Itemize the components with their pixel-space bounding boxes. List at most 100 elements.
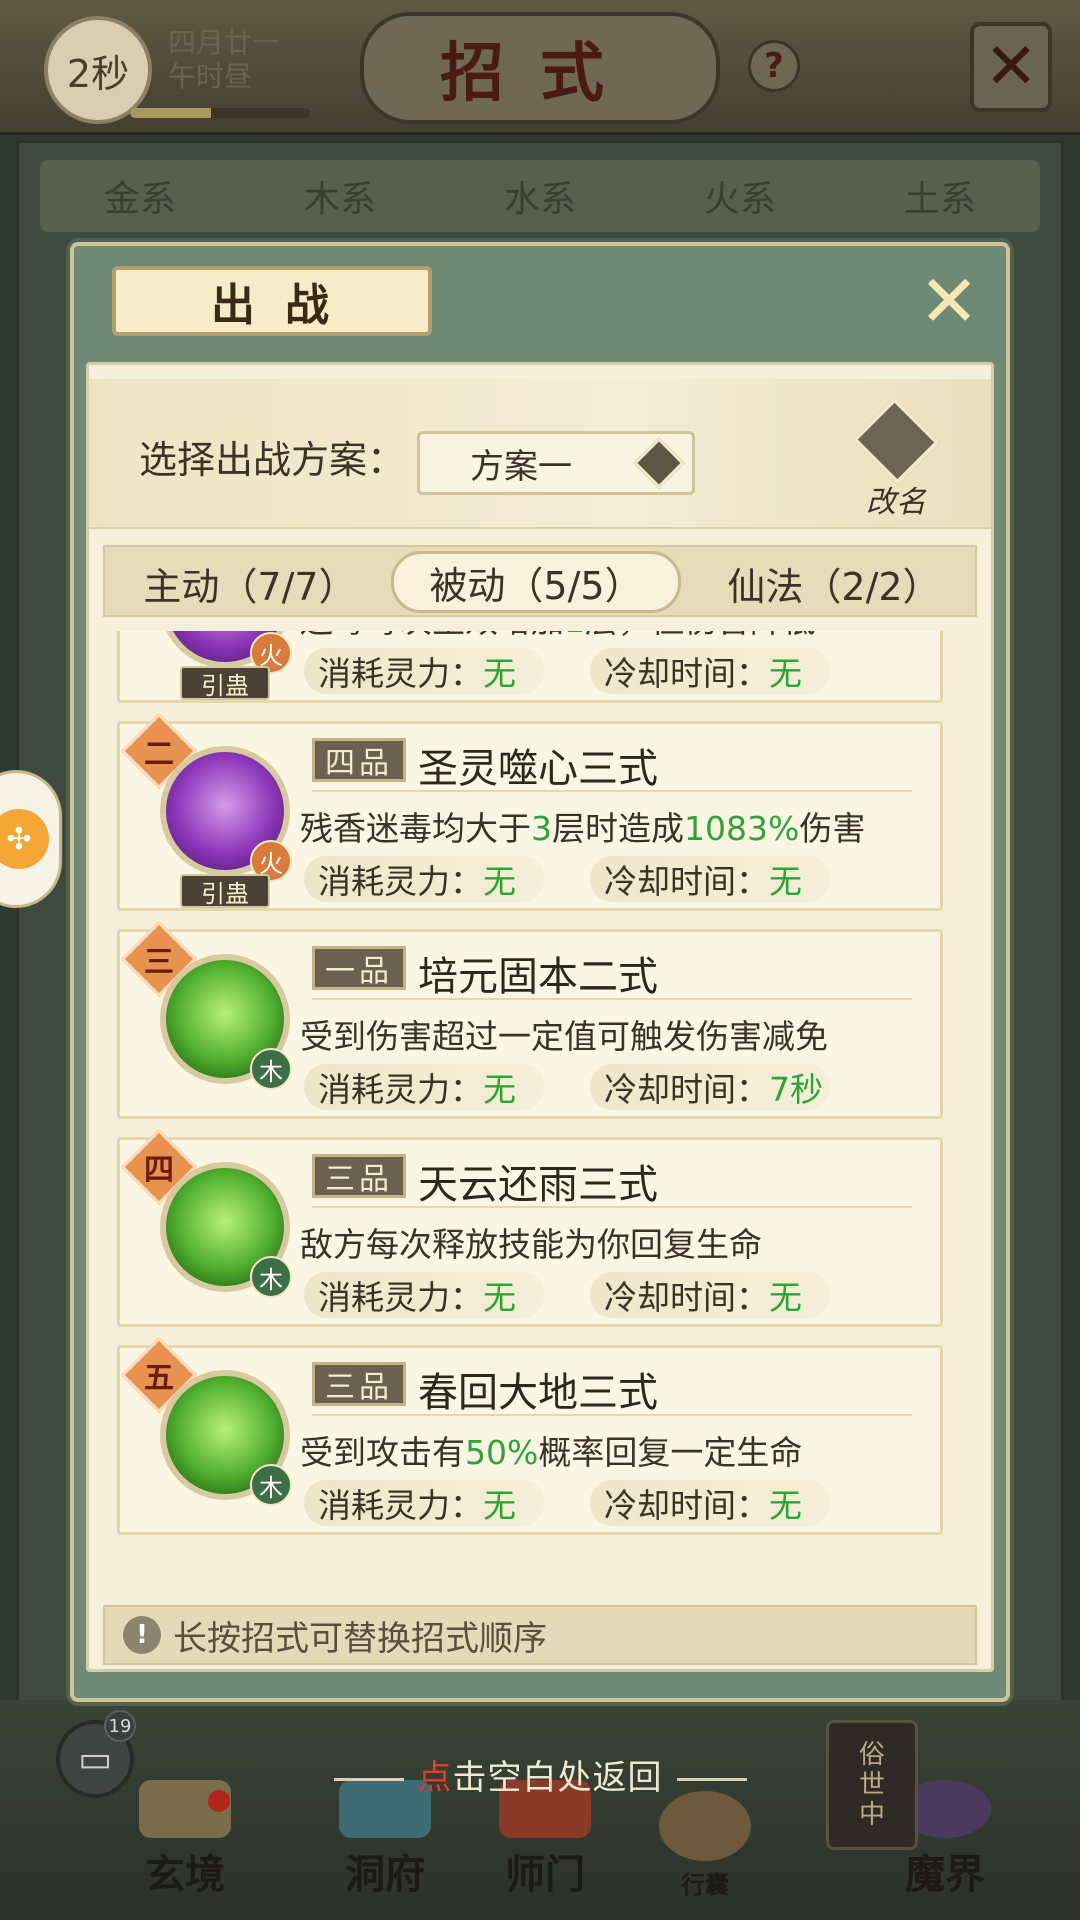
skill-card[interactable]: 三 木 一品 培元固本二式 受到伤害超过一定值可触发伤害减免 消耗灵力：无 冷却… bbox=[117, 920, 943, 1119]
mana-cost: 消耗灵力：无 bbox=[304, 1480, 544, 1526]
stat-label: 冷却时间： bbox=[604, 1278, 769, 1317]
gamepad-icon: ✣ bbox=[0, 809, 49, 869]
divider bbox=[312, 790, 912, 792]
stat-label: 消耗灵力： bbox=[318, 1278, 483, 1317]
tab-earth[interactable]: 土系 bbox=[904, 170, 976, 222]
skill-name: 圣灵噬心三式 bbox=[418, 746, 658, 792]
tab-active-skills[interactable]: 主动（7/7） bbox=[105, 547, 395, 619]
stat-value: 无 bbox=[769, 1486, 802, 1525]
cooldown: 冷却时间：无 bbox=[590, 648, 830, 694]
grade-badge: 四品 bbox=[312, 738, 406, 782]
realm-char-3: 中 bbox=[858, 1800, 885, 1830]
cooldown: 冷却时间：无 bbox=[590, 856, 830, 902]
hint-line-left bbox=[333, 1778, 404, 1781]
type-label: 引蛊 bbox=[180, 874, 270, 908]
skill-card[interactable]: 火 引蛊 迷毒每次生效增加1层，但伤害降低 消耗灵力：无 冷却时间：无 bbox=[117, 631, 943, 703]
skill-card[interactable]: 四 木 三品 天云还雨三式 敌方每次释放技能为你回复生命 消耗灵力：无 冷却时间… bbox=[117, 1128, 943, 1327]
divider bbox=[312, 1206, 912, 1208]
tab-passive-skills[interactable]: 被动（5/5） bbox=[391, 551, 681, 613]
desc-text: 受到攻击有 bbox=[300, 1433, 465, 1472]
divider bbox=[312, 1414, 912, 1416]
skill-name: 天云还雨三式 bbox=[418, 1162, 658, 1208]
element-tab-bar: 金系 木系 水系 火系 土系 bbox=[40, 160, 1040, 232]
stat-label: 消耗灵力： bbox=[318, 862, 483, 901]
desc-text: 迷毒每次生效增加 bbox=[300, 631, 564, 640]
tab-immortal-arts[interactable]: 仙法（2/2） bbox=[689, 547, 979, 619]
stat-value: 无 bbox=[483, 654, 516, 693]
stat-label: 冷却时间： bbox=[604, 654, 769, 693]
skill-list[interactable]: 火 引蛊 迷毒每次生效增加1层，但伤害降低 消耗灵力：无 冷却时间：无 二 火 … bbox=[103, 631, 977, 1596]
desc-highlight: 50% bbox=[465, 1433, 539, 1472]
tip-bar: ! 长按招式可替换招式顺序 bbox=[103, 1605, 977, 1665]
plan-selected-value: 方案一 bbox=[470, 446, 572, 487]
plan-label: 选择出战方案： bbox=[139, 438, 406, 482]
floating-assist-button[interactable]: ✣ bbox=[0, 770, 62, 908]
stat-label: 冷却时间： bbox=[604, 1070, 769, 1109]
divider bbox=[312, 998, 912, 1000]
mana-cost: 消耗灵力：无 bbox=[304, 648, 544, 694]
stat-value: 无 bbox=[769, 862, 802, 901]
nav-label: 行囊 bbox=[681, 1870, 729, 1899]
date-line-2: 午时昼 bbox=[168, 60, 253, 93]
dropdown-arrow-icon bbox=[632, 436, 686, 490]
plan-dropdown[interactable]: 方案一 bbox=[417, 431, 695, 495]
hint-text: 击空白处返回 bbox=[452, 1758, 663, 1798]
tab-wood[interactable]: 木系 bbox=[304, 170, 376, 222]
bag-icon bbox=[659, 1791, 751, 1861]
close-icon: ✕ bbox=[918, 259, 980, 343]
element-badge: 木 bbox=[250, 1464, 292, 1506]
day-progress-bar bbox=[130, 108, 310, 118]
desc-highlight: 1 bbox=[564, 631, 585, 640]
grade-badge: 三品 bbox=[312, 1154, 406, 1198]
deploy-dialog: 出战 ✕ 选择出战方案： 方案一 改名 主动（7/7） 被动（5/5） 仙法（2… bbox=[70, 242, 1010, 1702]
page-close-button[interactable]: ✕ bbox=[970, 22, 1052, 112]
skill-type-tabs: 主动（7/7） 被动（5/5） 仙法（2/2） bbox=[103, 545, 977, 617]
desc-text: 伤害 bbox=[799, 809, 866, 848]
nav-label: 玄境 bbox=[145, 1851, 225, 1898]
skill-description: 受到伤害超过一定值可触发伤害减免 bbox=[300, 1017, 828, 1056]
stat-value: 无 bbox=[483, 1486, 516, 1525]
type-label: 引蛊 bbox=[180, 666, 270, 700]
nav-label: 师门 bbox=[505, 1851, 585, 1898]
brush-icon bbox=[852, 397, 940, 485]
help-button[interactable]: ? bbox=[748, 40, 800, 92]
stat-label: 消耗灵力： bbox=[318, 1486, 483, 1525]
desc-text: 概率回复一定生命 bbox=[538, 1433, 803, 1472]
cooldown: 冷却时间：无 bbox=[590, 1272, 830, 1318]
game-date: 四月廿一 午时昼 bbox=[168, 26, 328, 94]
exclamation-icon: ! bbox=[123, 1616, 161, 1654]
hint-red-char: 点 bbox=[417, 1758, 453, 1798]
mana-cost: 消耗灵力：无 bbox=[304, 1272, 544, 1318]
stat-value: 7秒 bbox=[769, 1070, 823, 1109]
skill-description: 残香迷毒均大于3层时造成1083%伤害 bbox=[300, 802, 940, 850]
element-badge: 木 bbox=[250, 1048, 292, 1090]
grade-badge: 三品 bbox=[312, 1362, 406, 1406]
dialog-close-button[interactable]: ✕ bbox=[914, 259, 984, 343]
tip-text: 长按招式可替换招式顺序 bbox=[173, 1618, 547, 1659]
mana-cost: 消耗灵力：无 bbox=[304, 856, 544, 902]
skill-description: 受到攻击有50%概率回复一定生命 bbox=[300, 1426, 940, 1474]
desc-text: 层，但伤害降低 bbox=[585, 631, 816, 640]
desc-text: 层时造成 bbox=[552, 809, 684, 848]
cooldown: 冷却时间：无 bbox=[590, 1480, 830, 1526]
tab-metal[interactable]: 金系 bbox=[104, 170, 176, 222]
skill-name: 培元固本二式 bbox=[418, 954, 658, 1000]
rename-button[interactable]: 改名 bbox=[841, 397, 951, 521]
nav-label: 魔界 bbox=[905, 1851, 985, 1898]
skill-description: 敌方每次释放技能为你回复生命 bbox=[300, 1225, 762, 1264]
stat-value: 无 bbox=[769, 1278, 802, 1317]
stat-label: 冷却时间： bbox=[604, 862, 769, 901]
cooldown: 冷却时间： 7秒 bbox=[590, 1064, 830, 1110]
tab-fire[interactable]: 火系 bbox=[704, 170, 776, 222]
desc-highlight: 3 bbox=[531, 809, 552, 848]
stat-label: 冷却时间： bbox=[604, 1486, 769, 1525]
stat-value: 无 bbox=[483, 862, 516, 901]
skill-description: 迷毒每次生效增加1层，但伤害降低 bbox=[300, 631, 940, 642]
skill-card[interactable]: 五 木 三品 春回大地三式 受到攻击有50%概率回复一定生命 消耗灵力：无 冷却… bbox=[117, 1336, 943, 1535]
dismiss-hint[interactable]: 点击空白处返回 bbox=[0, 1750, 1080, 1799]
skill-card[interactable]: 二 火 引蛊 四品 圣灵噬心三式 残香迷毒均大于3层时造成1083%伤害 消耗灵… bbox=[117, 712, 943, 911]
desc-highlight: 1083% bbox=[684, 809, 800, 848]
tab-water[interactable]: 水系 bbox=[504, 170, 576, 222]
dialog-panel: 选择出战方案： 方案一 改名 主动（7/7） 被动（5/5） 仙法（2/2） 火… bbox=[86, 362, 994, 1672]
mana-cost: 消耗灵力：无 bbox=[304, 1064, 544, 1110]
